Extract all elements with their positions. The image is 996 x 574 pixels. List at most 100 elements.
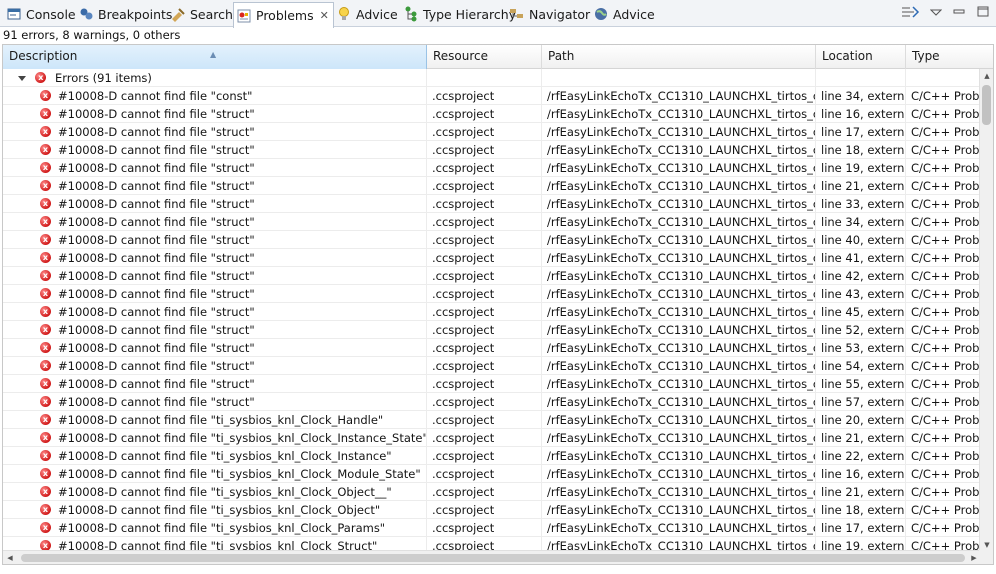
table-row[interactable]: x #10008-D cannot find file "const" .ccspr… [3, 87, 981, 105]
type-cell: C/C++ Probl... [906, 123, 981, 141]
problems-summary: 91 errors, 8 warnings, 0 others [3, 28, 181, 42]
table-row[interactable]: x #10008-D cannot find file "struct" .ccsp… [3, 267, 981, 285]
resource-cell: .ccsproject [427, 447, 542, 465]
table-row[interactable]: x #10008-D cannot find file "struct" .ccsp… [3, 123, 981, 141]
table-row[interactable]: x #10008-D cannot find file "struct" .ccsp… [3, 231, 981, 249]
path-cell: /rfEasyLinkEchoTx_CC1310_LAUNCHXL_tirtos… [542, 267, 816, 285]
table-row[interactable]: x #10008-D cannot find file "ti_sysbios_k… [3, 519, 981, 537]
errors-group-label: Errors (91 items) [54, 71, 152, 85]
breakpoints-icon [78, 6, 94, 22]
table-row[interactable]: x #10008-D cannot find file "struct" .ccsp… [3, 159, 981, 177]
tab-navigator-label: Navigator [529, 6, 591, 22]
minimize-icon[interactable] [952, 4, 966, 23]
tab-type-hierarchy[interactable]: Type Hierarchy [403, 3, 516, 25]
description-cell: x #10008-D cannot find file "struct" [3, 249, 427, 267]
resource-cell: .ccsproject [427, 195, 542, 213]
table-row[interactable]: x #10008-D cannot find file "ti_sysbios_k… [3, 447, 981, 465]
column-header-description[interactable]: ▲ Description [3, 45, 427, 69]
table-row[interactable]: x #10008-D cannot find file "struct" .ccsp… [3, 303, 981, 321]
column-header-type[interactable]: Type [906, 45, 993, 69]
tab-navigator[interactable]: Navigator [509, 3, 590, 25]
resource-cell: .ccsproject [427, 393, 542, 411]
table-row[interactable]: x #10008-D cannot find file "struct" .ccsp… [3, 213, 981, 231]
tab-breakpoints[interactable]: Breakpoints [78, 3, 172, 25]
description-cell: x #10008-D cannot find file "struct" [3, 177, 427, 195]
expand-toggle-icon[interactable] [17, 76, 26, 81]
table-row[interactable]: x #10008-D cannot find file "struct" .ccsp… [3, 249, 981, 267]
error-icon: x [40, 216, 51, 227]
scroll-left-icon[interactable]: ◀ [3, 551, 17, 564]
table-row[interactable]: x #10008-D cannot find file "struct" .ccsp… [3, 375, 981, 393]
table-row[interactable]: x #10008-D cannot find file "struct" .ccsp… [3, 141, 981, 159]
horizontal-scroll-thumb[interactable] [21, 554, 965, 562]
description-cell: x #10008-D cannot find file "struct" [3, 321, 427, 339]
type-cell: C/C++ Probl... [906, 303, 981, 321]
table-row[interactable]: x #10008-D cannot find file "ti_sysbios_k… [3, 411, 981, 429]
column-header-resource[interactable]: Resource [427, 45, 542, 69]
location-cell: line 18, extern... [816, 501, 906, 519]
focus-icon[interactable] [900, 4, 920, 23]
location-cell: line 16, extern... [816, 105, 906, 123]
description-text: #10008-D cannot find file "ti_sysbios_kn… [58, 485, 392, 499]
type-cell: C/C++ Probl... [906, 285, 981, 303]
table-row[interactable]: x #10008-D cannot find file "struct" .ccsp… [3, 105, 981, 123]
column-header-location[interactable]: Location [816, 45, 906, 69]
errors-group-row[interactable]: x Errors (91 items) [3, 69, 981, 87]
location-cell: line 16, extern... [816, 465, 906, 483]
scroll-up-icon[interactable]: ▲ [980, 69, 993, 83]
resource-cell: .ccsproject [427, 213, 542, 231]
path-cell: /rfEasyLinkEchoTx_CC1310_LAUNCHXL_tirtos… [542, 177, 816, 195]
description-cell: x #10008-D cannot find file "ti_sysbios_k… [3, 447, 427, 465]
location-cell: line 41, extern... [816, 249, 906, 267]
table-row[interactable]: x #10008-D cannot find file "struct" .ccsp… [3, 195, 981, 213]
close-icon[interactable]: ✕ [320, 9, 329, 22]
tab-problems-label: Problems [256, 8, 314, 23]
table-row[interactable]: x #10008-D cannot find file "struct" .ccsp… [3, 393, 981, 411]
error-icon: x [40, 378, 51, 389]
type-hierarchy-icon [403, 6, 419, 22]
path-cell: /rfEasyLinkEchoTx_CC1310_LAUNCHXL_tirtos… [542, 375, 816, 393]
table-row[interactable]: x #10008-D cannot find file "ti_sysbios_k… [3, 501, 981, 519]
view-menu-icon[interactable] [929, 4, 943, 23]
maximize-icon[interactable] [976, 4, 990, 23]
table-row[interactable]: x #10008-D cannot find file "struct" .ccsp… [3, 321, 981, 339]
table-row[interactable]: x #10008-D cannot find file "struct" .ccsp… [3, 339, 981, 357]
type-cell: C/C++ Probl... [906, 87, 981, 105]
path-cell: /rfEasyLinkEchoTx_CC1310_LAUNCHXL_tirtos… [542, 321, 816, 339]
table-row[interactable]: x #10008-D cannot find file "struct" .ccsp… [3, 285, 981, 303]
table-row[interactable]: x #10008-D cannot find file "struct" .ccsp… [3, 177, 981, 195]
tab-advice-2[interactable]: Advice [593, 3, 655, 25]
tab-search[interactable]: Search [170, 3, 233, 25]
path-cell: /rfEasyLinkEchoTx_CC1310_LAUNCHXL_tirtos… [542, 447, 816, 465]
description-cell: x #10008-D cannot find file "struct" [3, 123, 427, 141]
location-cell: line 21, extern... [816, 177, 906, 195]
description-text: #10008-D cannot find file "struct" [58, 359, 255, 373]
type-cell: C/C++ Probl... [906, 321, 981, 339]
description-cell: x #10008-D cannot find file "ti_sysbios_k… [3, 429, 427, 447]
column-header-path[interactable]: Path [542, 45, 816, 69]
vertical-scrollbar[interactable]: ▲ ▼ [979, 69, 993, 552]
error-icon: x [40, 306, 51, 317]
resource-cell: .ccsproject [427, 123, 542, 141]
description-text: #10008-D cannot find file "ti_sysbios_kn… [58, 449, 392, 463]
description-cell: x #10008-D cannot find file "struct" [3, 339, 427, 357]
path-cell: /rfEasyLinkEchoTx_CC1310_LAUNCHXL_tirtos… [542, 501, 816, 519]
vertical-scroll-thumb[interactable] [982, 85, 991, 125]
tab-problems[interactable]: Problems ✕ [233, 2, 334, 28]
tab-console[interactable]: Console [6, 3, 76, 25]
horizontal-scrollbar[interactable]: ◀ ▶ [3, 550, 981, 564]
resource-cell: .ccsproject [427, 501, 542, 519]
table-row[interactable]: x #10008-D cannot find file "ti_sysbios_k… [3, 465, 981, 483]
table-row[interactable]: x #10008-D cannot find file "ti_sysbios_k… [3, 429, 981, 447]
table-row[interactable]: x #10008-D cannot find file "struct" .ccsp… [3, 357, 981, 375]
tab-advice[interactable]: Advice [336, 3, 398, 25]
type-cell: C/C++ Probl... [906, 267, 981, 285]
globe-icon [593, 6, 609, 22]
description-text: #10008-D cannot find file "ti_sysbios_kn… [58, 431, 427, 445]
table-row[interactable]: x #10008-D cannot find file "ti_sysbios_k… [3, 483, 981, 501]
description-text: #10008-D cannot find file "ti_sysbios_kn… [58, 467, 421, 481]
path-cell: /rfEasyLinkEchoTx_CC1310_LAUNCHXL_tirtos… [542, 213, 816, 231]
resource-cell: .ccsproject [427, 105, 542, 123]
description-cell: x #10008-D cannot find file "struct" [3, 213, 427, 231]
path-cell: /rfEasyLinkEchoTx_CC1310_LAUNCHXL_tirtos… [542, 123, 816, 141]
